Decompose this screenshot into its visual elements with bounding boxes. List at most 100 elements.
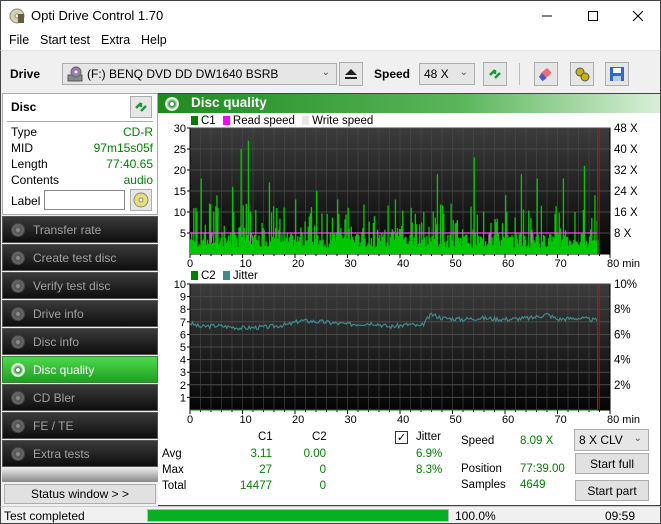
label-input[interactable]: [44, 190, 125, 210]
disc-icon: [11, 363, 25, 377]
disc-mid-value: 97m15s05f: [93, 141, 153, 155]
progress-text: 100.0%: [455, 509, 496, 523]
y2-tick-label: 4%: [614, 355, 631, 367]
menu-help[interactable]: Help: [141, 33, 167, 47]
progress-fill: [148, 510, 448, 521]
close-button[interactable]: [615, 1, 661, 31]
progress-bar: [147, 509, 449, 522]
y2-tick-label: 32 X: [614, 165, 638, 177]
disc-refresh-button[interactable]: [130, 96, 152, 118]
x-tick-label: 20: [292, 414, 304, 424]
refresh-icon: [135, 102, 147, 112]
y-tick-label: 10: [174, 279, 186, 291]
menu-bar: File Start test Extra Help: [0, 30, 661, 50]
c1-bar: [436, 174, 439, 254]
stats-c1-header: C1: [258, 431, 273, 443]
position-label: Position: [461, 463, 502, 475]
settings-icon: [575, 67, 590, 82]
y2-tick-label: 10%: [614, 279, 637, 291]
nav-item-disc-quality[interactable]: Disc quality: [2, 356, 158, 383]
y2-tick-label: 24 X: [614, 186, 638, 198]
erase-button[interactable]: [534, 62, 558, 86]
menu-file[interactable]: File: [9, 33, 29, 47]
y-tick-label: 15: [174, 186, 186, 198]
x-tick-label: 80 min: [607, 414, 640, 424]
title-bar: Opti Drive Control 1.70: [0, 0, 661, 30]
nav-item-transfer-rate[interactable]: Transfer rate: [2, 216, 158, 243]
nav-item-label: Extra tests: [33, 447, 90, 461]
nav-item-label: Transfer rate: [33, 223, 102, 237]
save-icon: [610, 67, 624, 81]
nav-item-label: Verify test disc: [33, 279, 111, 293]
nav-item-label: FE / TE: [33, 419, 74, 433]
nav-item-drive-info[interactable]: Drive info: [2, 300, 158, 327]
y-tick-label: 8: [180, 304, 186, 316]
speed-mode-value: 8 X CLV: [579, 433, 623, 447]
nav-item-create-test-disc[interactable]: Create test disc: [2, 244, 158, 271]
disc-icon: [133, 192, 149, 208]
speed-label: Speed: [374, 67, 411, 81]
x-tick-label: 30: [345, 258, 357, 270]
drive-value: (F:) BENQ DVD DD DW1640 BSRB: [87, 67, 279, 81]
y-tick-label: 7: [180, 317, 186, 329]
nav-item-fe-te[interactable]: FE / TE: [2, 412, 158, 439]
nav-item-label: Drive info: [33, 307, 84, 321]
disc-type-key: Type: [11, 125, 38, 139]
nav-item-verify-test-disc[interactable]: Verify test disc: [2, 272, 158, 299]
disc-icon: [11, 307, 25, 321]
save-button[interactable]: [605, 62, 629, 86]
stats-c2-header: C2: [312, 431, 327, 443]
eject-button[interactable]: [339, 62, 363, 86]
disc-panel: Disc Type CD-R MID 97m15s05f Length 77:40.6…: [2, 93, 158, 215]
maximize-icon: [588, 11, 598, 21]
status-window-button[interactable]: Status window > >: [4, 484, 156, 504]
y-tick-label: 4: [180, 355, 186, 367]
jitter-label: Jitter: [416, 431, 441, 443]
drive-select[interactable]: (F:) BENQ DVD DD DW1640 BSRB ⌄: [62, 63, 337, 85]
charts: 510152025300 10 20 30 40 50 60 70 80 min8 X16 X2…: [174, 123, 640, 424]
c1-bar: [520, 174, 523, 254]
samples-value: 4649: [520, 479, 546, 491]
y-tick-label: 3: [180, 367, 186, 379]
chevron-down-icon: ⌄: [459, 67, 468, 78]
nav-spacer: [2, 467, 158, 482]
jitter-checkbox[interactable]: ✓: [395, 431, 408, 444]
nav-item-label: Disc quality: [33, 363, 95, 377]
y-tick-label: 20: [174, 165, 186, 177]
nav-item-disc-info[interactable]: Disc info: [2, 328, 158, 355]
stats-avg-c1: 3.11: [250, 448, 272, 460]
y2-tick-label: 40 X: [614, 144, 638, 156]
menu-extra[interactable]: Extra: [101, 33, 130, 47]
toolbar-divider: [519, 63, 520, 85]
settings-button[interactable]: [570, 62, 594, 86]
disc-quality-panel: Disc quality C1 Read speed Write speed C…: [158, 93, 661, 506]
refresh-button[interactable]: [483, 62, 507, 86]
y-tick-label: 5: [180, 228, 186, 240]
y2-tick-label: 2%: [614, 380, 631, 392]
nav-item-cd-bler[interactable]: CD Bler: [2, 384, 158, 411]
chevron-down-icon: ⌄: [633, 433, 642, 444]
speed-stat-label: Speed: [461, 435, 495, 447]
speed-mode-select[interactable]: 8 X CLV ⌄: [574, 429, 649, 451]
y2-tick-label: 8%: [614, 304, 631, 316]
window-title: Opti Drive Control 1.70: [31, 8, 164, 23]
start-full-button[interactable]: Start full: [575, 453, 649, 474]
label-disc-button[interactable]: [130, 189, 152, 211]
stats-avg-label: Avg: [162, 448, 182, 460]
close-icon: [632, 10, 644, 22]
y2-tick-label: 8 X: [614, 228, 632, 240]
disc-mid-key: MID: [11, 141, 33, 155]
x-tick-label: 70: [555, 258, 567, 270]
stats-avg-c2: 0.00: [303, 448, 326, 460]
disc-icon: [11, 335, 25, 349]
menu-start-test[interactable]: Start test: [40, 33, 90, 47]
jitter-max: 8.3%: [416, 464, 443, 476]
nav-item-extra-tests[interactable]: Extra tests: [2, 440, 158, 467]
maximize-button[interactable]: [570, 1, 616, 31]
minimize-button[interactable]: [524, 1, 570, 31]
x-tick-label: 50: [450, 258, 462, 270]
disc-length-key: Length: [11, 157, 48, 171]
label-key: Label: [11, 194, 41, 208]
speed-select[interactable]: 48 X ⌄: [419, 63, 475, 85]
start-part-button[interactable]: Start part: [575, 480, 649, 501]
